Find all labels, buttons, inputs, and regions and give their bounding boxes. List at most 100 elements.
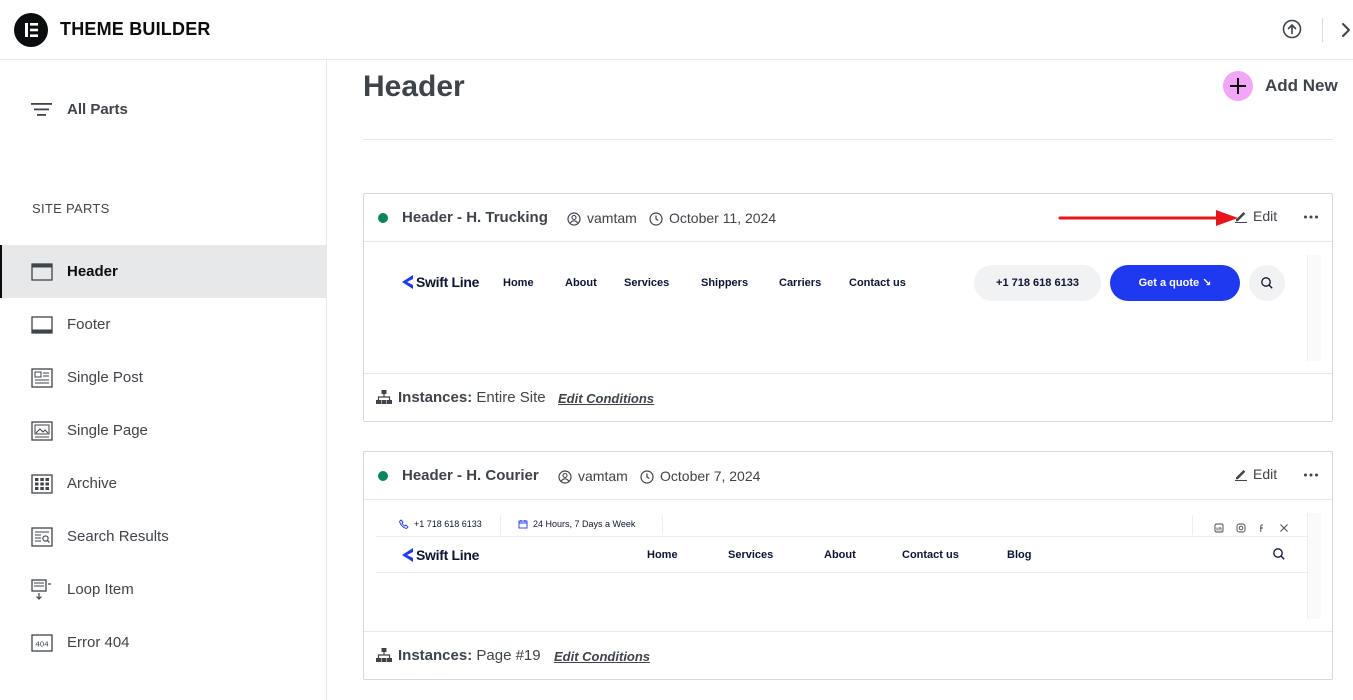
preview-nav-row: Swift Line Home Services About Contact u…	[376, 537, 1308, 573]
status-active-icon	[378, 471, 388, 481]
author: vamtam	[567, 210, 637, 226]
instances-text: Instances: Entire Site	[398, 389, 546, 406]
page-title: Header	[363, 70, 465, 103]
phone-icon	[399, 519, 409, 529]
chevron-right-icon[interactable]	[1340, 20, 1353, 40]
instances-text: Instances: Page #19	[398, 647, 541, 664]
edit-button[interactable]: Edit	[1234, 466, 1277, 486]
card-header: Header - H. Courier vamtam October 7, 20…	[364, 452, 1332, 500]
facebook-icon	[1257, 520, 1267, 532]
sidebar-item-footer[interactable]: Footer	[0, 298, 326, 351]
search-results-icon	[31, 526, 53, 548]
sidebar-item-header[interactable]: Header	[0, 245, 326, 298]
header-icon	[31, 261, 53, 283]
preview-nav-link: Contact us	[849, 277, 906, 289]
preview-nav-link: Services	[728, 549, 774, 561]
preview-scrollbar[interactable]	[1307, 513, 1321, 619]
pencil-icon	[1235, 470, 1247, 481]
app-title: THEME BUILDER	[60, 19, 211, 39]
preview-nav-link: Shippers	[701, 277, 749, 289]
edit-button[interactable]: Edit	[1234, 208, 1277, 228]
preview-nav-link: About	[824, 549, 856, 561]
single-post-icon	[31, 367, 53, 389]
svg-text:404: 404	[35, 641, 49, 649]
instagram-icon	[1236, 520, 1246, 533]
date: October 7, 2024	[640, 468, 760, 484]
sidebar-item-single-page[interactable]: Single Page	[0, 404, 326, 457]
linkedin-icon	[1214, 520, 1224, 533]
card-header: Header - H. Trucking vamtam October 11, …	[364, 194, 1332, 242]
preview-get-quote-button: Get a quote ↘	[1110, 265, 1240, 301]
modified-date: October 7, 2024	[660, 468, 761, 484]
all-parts-link[interactable]: All Parts	[0, 84, 326, 136]
preview-nav-link: Contact us	[902, 549, 959, 561]
add-new-button[interactable]: Add New	[1223, 71, 1338, 101]
author: vamtam	[558, 468, 628, 484]
sidebar-item-label: Search Results	[67, 528, 169, 545]
preview-topbar-phone: +1 718 618 6133	[399, 519, 482, 529]
preview-nav-link: Services	[624, 277, 670, 289]
single-page-icon	[31, 420, 53, 442]
calendar-icon	[518, 520, 528, 529]
upload-icon[interactable]	[1281, 18, 1303, 40]
pencil-icon	[1235, 212, 1247, 223]
sidebar-item-label: Footer	[67, 316, 111, 333]
annotation-arrow-icon	[1058, 210, 1238, 226]
instances-value: Entire Site	[476, 389, 546, 406]
all-parts-label: All Parts	[67, 101, 128, 118]
preview-nav-link: About	[565, 277, 597, 289]
preview-brand: Swift Line	[400, 274, 479, 290]
footer-icon	[31, 314, 53, 336]
edit-conditions-link[interactable]: Edit Conditions	[554, 649, 650, 664]
clock-icon	[640, 470, 654, 484]
archive-icon	[31, 473, 53, 495]
preview-nav-link: Home	[503, 277, 534, 289]
card-title[interactable]: Header - H. Trucking	[402, 209, 548, 226]
preview-topbar-hours: 24 Hours, 7 Days a Week	[518, 519, 635, 529]
sidebar-item-label: Single Page	[67, 422, 148, 439]
author-name: vamtam	[578, 468, 628, 484]
elementor-logo-icon[interactable]	[14, 13, 48, 47]
card-title[interactable]: Header - H. Courier	[402, 467, 539, 484]
template-preview[interactable]: Swift Line Home About Services Shippers …	[364, 243, 1332, 373]
instances-value: Page #19	[476, 647, 541, 664]
sidebar-item-loop-item[interactable]: Loop Item	[0, 563, 326, 616]
more-options-icon[interactable]	[1302, 466, 1320, 484]
card-footer: Instances: Entire Site Edit Conditions	[364, 373, 1332, 421]
top-bar: THEME BUILDER	[0, 0, 1353, 60]
preview-nav-link: Blog	[1007, 549, 1032, 561]
edit-label: Edit	[1253, 208, 1278, 224]
preview-search-icon	[1272, 547, 1286, 566]
card-footer: Instances: Page #19 Edit Conditions	[364, 631, 1332, 679]
loop-item-icon	[31, 579, 53, 601]
preview-scrollbar[interactable]	[1307, 255, 1321, 361]
sidebar-item-label: Loop Item	[67, 581, 134, 598]
user-icon	[558, 470, 572, 484]
template-preview[interactable]: +1 718 618 6133 24 Hours, 7 Days a Week …	[364, 501, 1332, 631]
edit-label: Edit	[1253, 466, 1278, 482]
template-card: Header - H. Courier vamtam October 7, 20…	[363, 451, 1333, 680]
preview-phone: +1 718 618 6133	[974, 265, 1101, 301]
clock-icon	[649, 212, 663, 226]
site-parts-heading: SITE PARTS	[32, 201, 110, 216]
sidebar-item-label: Single Post	[67, 369, 143, 386]
preview-nav-link: Home	[647, 549, 678, 561]
preview-nav-link: Carriers	[779, 277, 822, 289]
preview-search-icon	[1249, 265, 1285, 301]
sidebar: All Parts SITE PARTS Header Footer Singl…	[0, 60, 327, 700]
preview-brand: Swift Line	[400, 547, 479, 563]
sidebar-item-search-results[interactable]: Search Results	[0, 510, 326, 563]
more-options-icon[interactable]	[1302, 208, 1320, 226]
sidebar-item-single-post[interactable]: Single Post	[0, 351, 326, 404]
instances-label: Instances:	[398, 647, 473, 664]
sidebar-item-label: Header	[67, 263, 118, 280]
sidebar-item-error-404[interactable]: 404 Error 404	[0, 616, 326, 669]
sidebar-item-archive[interactable]: Archive	[0, 457, 326, 510]
edit-conditions-link[interactable]: Edit Conditions	[558, 391, 654, 406]
author-name: vamtam	[587, 210, 637, 226]
modified-date: October 11, 2024	[669, 210, 777, 226]
instances-label: Instances:	[398, 389, 473, 406]
sitemap-icon	[376, 390, 392, 410]
preview-top-strip: +1 718 618 6133 24 Hours, 7 Days a Week	[376, 513, 1308, 537]
swift-line-logo-icon	[402, 548, 413, 562]
